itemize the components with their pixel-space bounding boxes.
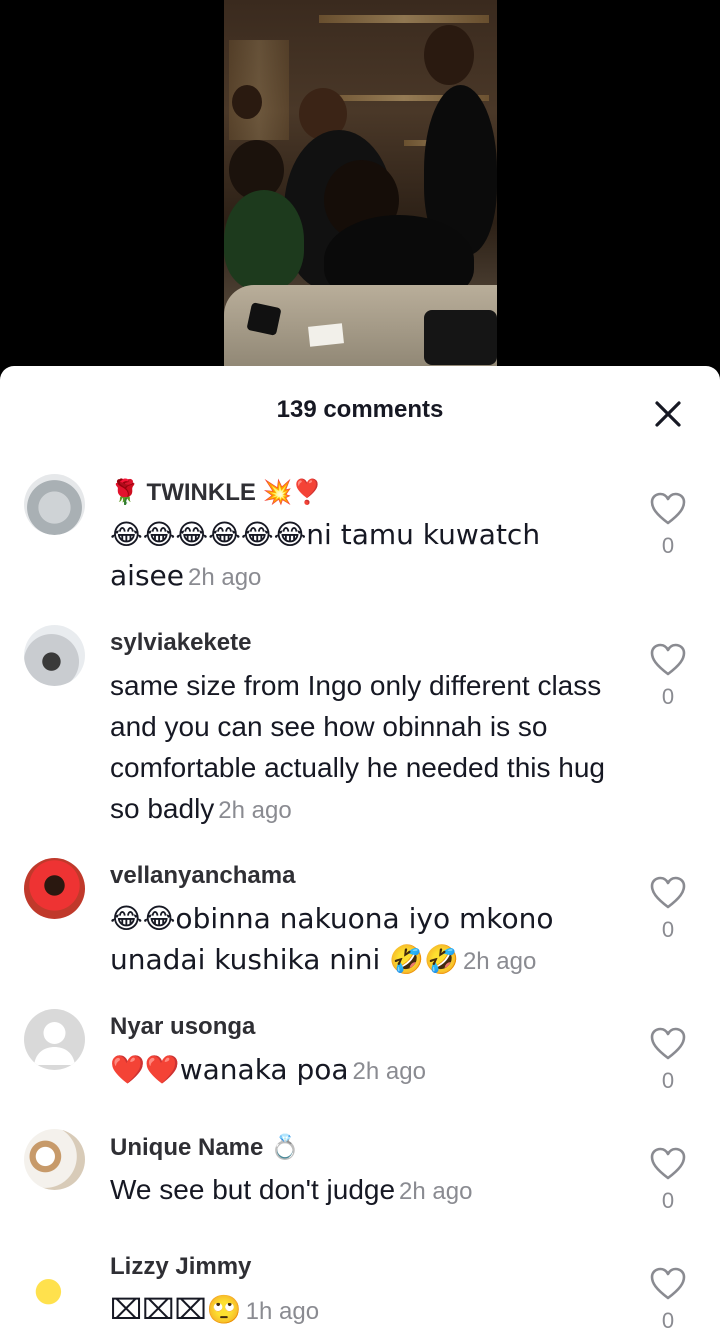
like-count: 0: [661, 917, 675, 942]
video-player[interactable]: [0, 0, 720, 380]
comment-item: sylviakekete same size from Ingo only di…: [0, 625, 720, 835]
comment-username[interactable]: vellanyanchama: [110, 862, 295, 890]
comment-item: vellanyanchama 😂😂obinna nakuona iyo mkon…: [0, 858, 720, 988]
comment-item: Lizzy Jimmy ⌧⌧⌧🙄 1h ago 0: [0, 1249, 720, 1344]
like-count: 0: [661, 1068, 675, 1093]
like-button[interactable]: 0: [648, 643, 688, 710]
default-avatar-icon: [34, 1022, 75, 1065]
comment-time: 2h ago: [218, 797, 292, 824]
avatar[interactable]: [24, 625, 85, 686]
comment-time: 1h ago: [245, 1298, 320, 1325]
avatar[interactable]: [24, 474, 85, 535]
comment-time: 2h ago: [187, 564, 262, 591]
comment-text: ❤️❤️wanaka poa 2h ago: [110, 1053, 426, 1086]
heart-icon: [650, 876, 686, 909]
like-count: 0: [661, 533, 675, 558]
like-count: 0: [661, 1188, 675, 1213]
comment-time: 2h ago: [462, 948, 537, 975]
comment-username[interactable]: sylviakekete: [110, 629, 251, 657]
like-button[interactable]: 0: [648, 492, 688, 559]
heart-icon: [650, 1147, 686, 1180]
comment-text: 😂😂😂😂😂😂ni tamu kuwatch aisee 2h ago: [110, 518, 541, 592]
comment-username[interactable]: Unique Name 💍: [110, 1133, 300, 1162]
heart-icon: [650, 643, 686, 676]
comment-count: 139 comments: [276, 396, 444, 423]
comment-username[interactable]: Nyar usonga: [110, 1013, 255, 1041]
comments-header: 139 comments: [0, 366, 720, 456]
comment-item: Nyar usonga ❤️❤️wanaka poa 2h ago 0: [0, 1009, 720, 1109]
comment-item: Unique Name 💍 We see but don't judge 2h a…: [0, 1129, 720, 1229]
comment-item: 🌹 TWINKLE 💥❣️ 😂😂😂😂😂😂ni tamu kuwatch aise…: [0, 474, 720, 604]
avatar[interactable]: [24, 1249, 85, 1310]
avatar[interactable]: [24, 1009, 85, 1070]
comments-sheet: 139 comments 🌹 TWINKLE 💥❣️ 😂😂😂😂😂😂ni tamu…: [0, 366, 720, 1344]
avatar[interactable]: [24, 858, 85, 919]
comment-username[interactable]: Lizzy Jimmy: [110, 1253, 251, 1281]
like-button[interactable]: 0: [648, 876, 688, 943]
like-button[interactable]: 0: [648, 1147, 688, 1214]
heart-icon: [650, 492, 686, 525]
comment-text: ⌧⌧⌧🙄 1h ago: [110, 1293, 320, 1326]
close-icon[interactable]: [648, 394, 688, 434]
like-button[interactable]: 0: [648, 1027, 688, 1094]
heart-icon: [650, 1027, 686, 1060]
like-button[interactable]: 0: [648, 1267, 688, 1334]
comment-username[interactable]: 🌹 TWINKLE 💥❣️: [110, 478, 322, 507]
comment-time: 2h ago: [399, 1178, 473, 1205]
like-count: 0: [661, 684, 675, 709]
comment-text: 😂😂obinna nakuona iyo mkono unadai kushik…: [110, 902, 554, 976]
avatar[interactable]: [24, 1129, 85, 1190]
comment-text: same size from Ingo only different class…: [110, 670, 605, 824]
like-count: 0: [661, 1308, 675, 1333]
heart-icon: [650, 1267, 686, 1300]
comment-time: 2h ago: [352, 1058, 426, 1085]
comment-text: We see but don't judge 2h ago: [110, 1174, 473, 1205]
video-thumbnail: [224, 0, 497, 372]
